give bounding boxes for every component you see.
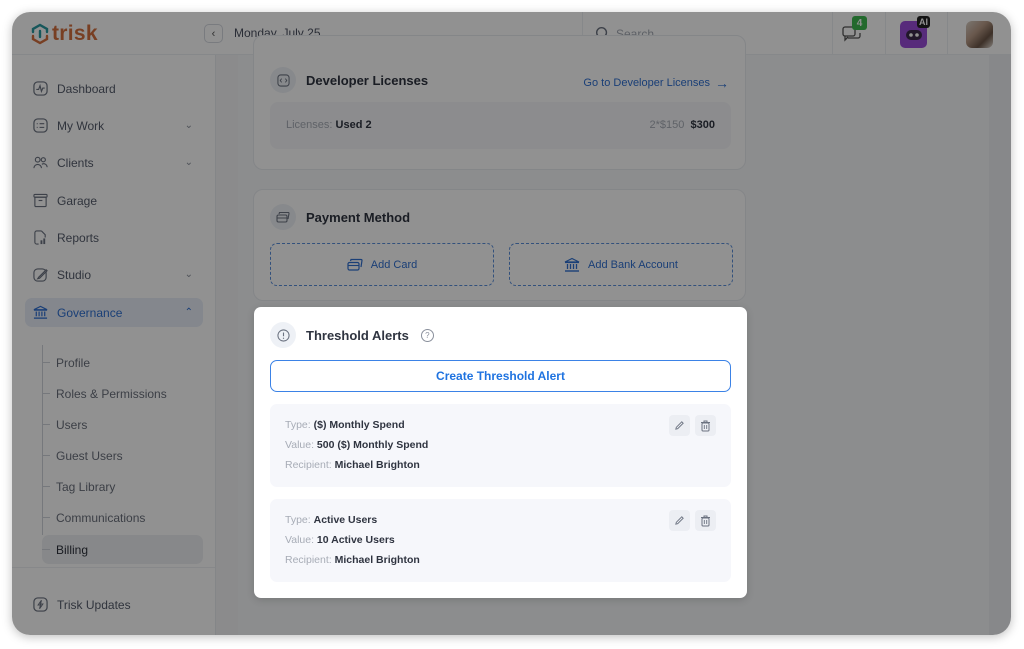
- edit-alert-button[interactable]: [669, 415, 690, 436]
- trash-icon: [701, 420, 710, 431]
- alert-value: Value: 500 ($) Monthly Spend: [285, 439, 428, 451]
- delete-alert-button[interactable]: [695, 510, 716, 531]
- field-value: Michael Brighton: [334, 554, 420, 566]
- field-label: Value:: [285, 534, 314, 546]
- threshold-alerts-modal: Threshold Alerts ? Create Threshold Aler…: [254, 307, 747, 598]
- alert-recipient: Recipient: Michael Brighton: [285, 554, 420, 566]
- alert-icon-wrap: [270, 322, 296, 348]
- field-label: Value:: [285, 439, 314, 451]
- alert-circle-icon: [276, 328, 290, 342]
- field-label: Recipient:: [285, 459, 332, 471]
- field-value: ($) Monthly Spend: [313, 419, 405, 431]
- alert-type: Type: Active Users: [285, 514, 377, 526]
- threshold-alerts-title: Threshold Alerts: [306, 327, 409, 343]
- threshold-alert-item: Type: Active Users Value: 10 Active User…: [270, 499, 731, 582]
- edit-alert-button[interactable]: [669, 510, 690, 531]
- field-label: Type:: [285, 514, 311, 526]
- field-value: 500 ($) Monthly Spend: [316, 439, 429, 451]
- field-value: Active Users: [313, 514, 378, 526]
- threshold-alerts-header: Threshold Alerts ?: [270, 322, 434, 348]
- pencil-icon: [675, 421, 684, 430]
- field-label: Recipient:: [285, 554, 332, 566]
- threshold-alert-item: Type: ($) Monthly Spend Value: 500 ($) M…: [270, 404, 731, 487]
- trash-icon: [701, 515, 710, 526]
- alert-type: Type: ($) Monthly Spend: [285, 419, 405, 431]
- pencil-icon: [675, 516, 684, 525]
- alert-actions: [669, 510, 716, 531]
- field-value: 10 Active Users: [316, 534, 395, 546]
- create-threshold-alert-button[interactable]: Create Threshold Alert: [270, 360, 731, 392]
- alert-actions: [669, 415, 716, 436]
- field-label: Type:: [285, 419, 311, 431]
- alert-value: Value: 10 Active Users: [285, 534, 395, 546]
- field-value: Michael Brighton: [334, 459, 420, 471]
- help-icon[interactable]: ?: [420, 328, 434, 342]
- delete-alert-button[interactable]: [695, 415, 716, 436]
- alert-recipient: Recipient: Michael Brighton: [285, 459, 420, 471]
